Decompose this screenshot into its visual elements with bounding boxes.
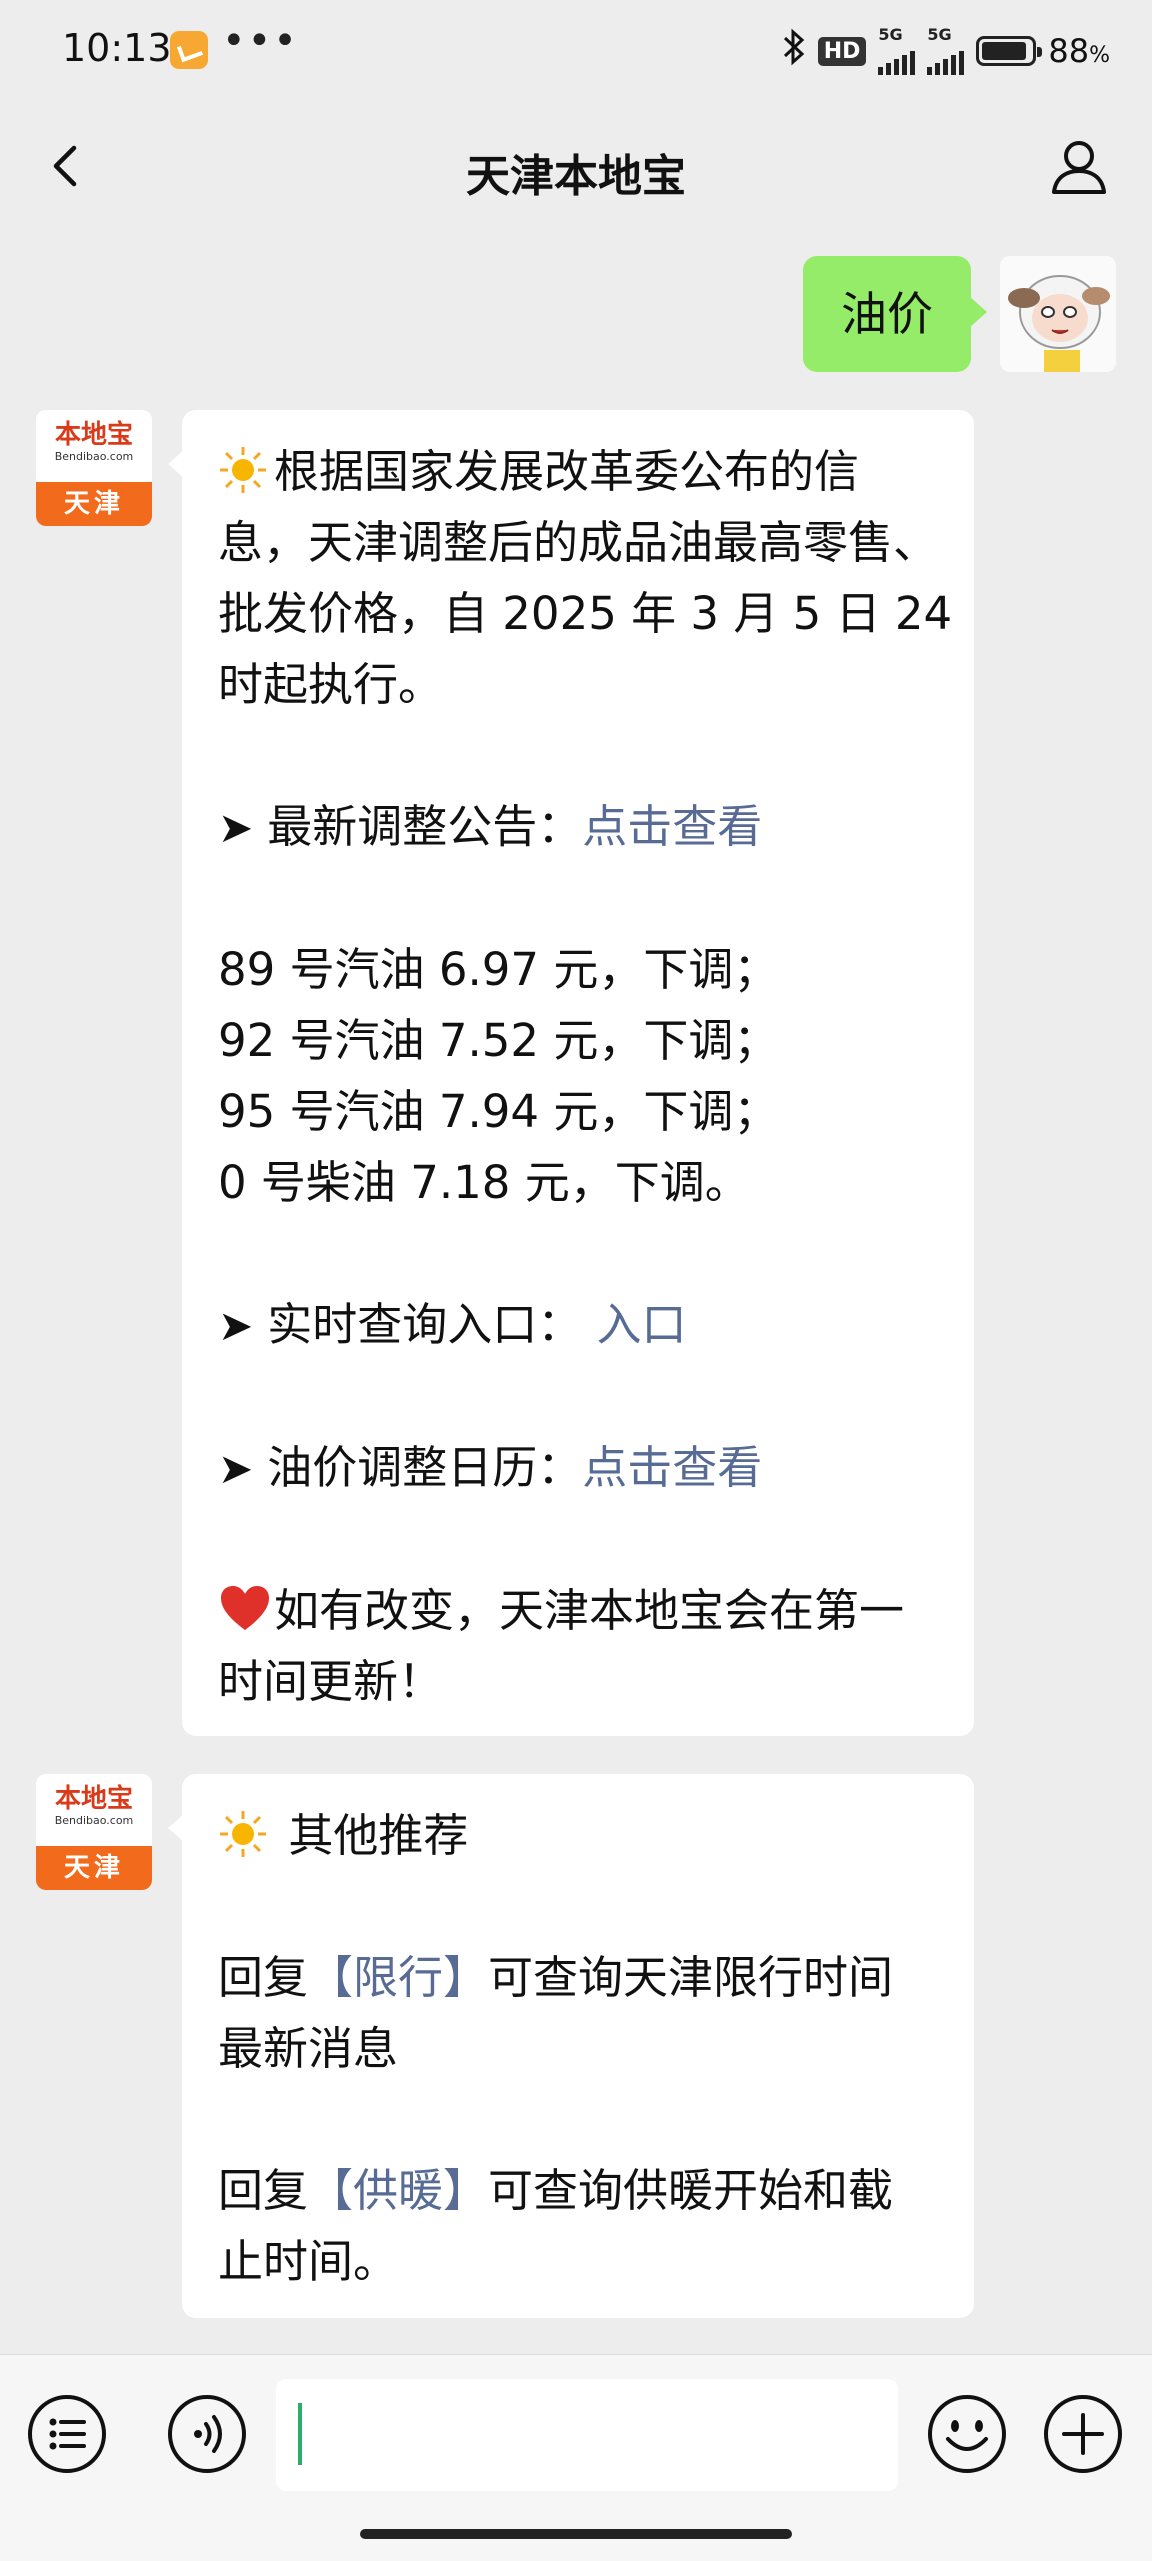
- arrow-right-icon: ➤: [218, 1301, 254, 1350]
- traffic-limit-link[interactable]: 【限行】: [308, 1951, 488, 2004]
- intro-line: 息，天津调整后的成品油最高零售、: [218, 516, 939, 569]
- query-link[interactable]: 入口: [597, 1298, 687, 1351]
- heating-link[interactable]: 【供暖】: [308, 2164, 488, 2217]
- notice-label: 最新调整公告：: [267, 800, 583, 853]
- calendar-row: ➤ 油价调整日历：点击查看: [218, 1432, 938, 1504]
- intro-line: 根据国家发展改革委公布的信: [274, 445, 860, 498]
- recommend-item: 回复【供暖】可查询供暖开始和截: [218, 2164, 894, 2217]
- recommend-item-line2: 最新消息: [218, 2022, 399, 2075]
- nav-bar: 天津本地宝: [0, 104, 1152, 230]
- signal-1-icon: 5G: [878, 25, 916, 75]
- query-label: 实时查询入口：: [267, 1298, 583, 1351]
- recommend-title: 其他推荐: [288, 1809, 469, 1862]
- hd-badge: HD: [817, 36, 867, 66]
- notification-app-icon: [170, 31, 208, 69]
- price-line: 0 号柴油 7.18 元，下调。: [218, 1156, 750, 1209]
- more-notifications-icon: •••: [222, 18, 299, 64]
- home-indicator[interactable]: [360, 2529, 792, 2539]
- price-line: 95 号汽油 7.94 元，下调；: [218, 1085, 779, 1138]
- bot-message-bubble[interactable]: 其他推荐 回复【限行】可查询天津限行时间 最新消息 回复【供暖】可查询供暖开始和…: [168, 1774, 974, 2318]
- recommend-item: 回复【限行】可查询天津限行时间: [218, 1951, 894, 2004]
- calendar-label: 油价调整日历：: [267, 1441, 583, 1494]
- intro-line: 批发价格，自 2025 年 3 月 5 日 24: [218, 587, 953, 640]
- sun-icon: [218, 444, 268, 494]
- voice-icon[interactable]: [166, 2393, 248, 2475]
- plus-icon[interactable]: [1042, 2393, 1124, 2475]
- footer-line: 如有改变，天津本地宝会在第一: [274, 1584, 905, 1637]
- price-line: 92 号汽油 7.52 元，下调；: [218, 1014, 779, 1067]
- avatar-brand: 本地宝: [54, 1784, 133, 1814]
- sent-message-text: 油价: [841, 287, 933, 341]
- chat-input-toolbar: [0, 2354, 1152, 2561]
- bot-avatar[interactable]: 本地宝 Bendibao.com 天津: [36, 1774, 152, 1890]
- status-indicators: HD 5G 5G 88%: [782, 25, 1110, 75]
- recommend-item-line2: 止时间。: [218, 2235, 399, 2288]
- emoji-icon[interactable]: [926, 2393, 1008, 2475]
- status-time: 10:13: [62, 26, 172, 70]
- text-cursor: [298, 2403, 302, 2465]
- query-row: ➤ 实时查询入口： 入口: [218, 1289, 938, 1361]
- person-icon[interactable]: [1046, 134, 1112, 200]
- price-line: 89 号汽油 6.97 元，下调；: [218, 943, 779, 996]
- status-bar: 10:13 ••• HD 5G 5G 88%: [0, 0, 1152, 104]
- heart-icon: [218, 1583, 272, 1633]
- avatar-domain: Bendibao.com: [54, 1814, 134, 1827]
- notice-row: ➤ 最新调整公告：点击查看: [218, 791, 938, 863]
- bot-message-bubble[interactable]: 根据国家发展改革委公布的信 息，天津调整后的成品油最高零售、 批发价格，自 20…: [168, 410, 974, 1736]
- user-avatar[interactable]: [1000, 256, 1116, 372]
- chat-title: 天津本地宝: [466, 151, 686, 202]
- avatar-brand: 本地宝: [54, 420, 133, 450]
- intro-line: 时起执行。: [218, 658, 444, 711]
- sun-icon: [218, 1808, 268, 1858]
- arrow-right-icon: ➤: [218, 1444, 254, 1493]
- battery-icon: [976, 36, 1043, 66]
- signal-2-icon: 5G: [927, 25, 965, 75]
- avatar-city: 天津: [36, 482, 152, 526]
- bluetooth-icon: [782, 28, 806, 75]
- notice-link[interactable]: 点击查看: [582, 800, 762, 853]
- sent-message-bubble[interactable]: 油价: [803, 256, 987, 372]
- calendar-link[interactable]: 点击查看: [582, 1441, 762, 1494]
- bot-avatar[interactable]: 本地宝 Bendibao.com 天津: [36, 410, 152, 526]
- avatar-domain: Bendibao.com: [54, 450, 134, 463]
- list-menu-icon[interactable]: [26, 2393, 108, 2475]
- arrow-right-icon: ➤: [218, 803, 254, 852]
- battery-percent: 88%: [1048, 32, 1110, 70]
- message-input[interactable]: [276, 2379, 898, 2491]
- footer-line: 时间更新！: [218, 1655, 444, 1708]
- avatar-city: 天津: [36, 1846, 152, 1890]
